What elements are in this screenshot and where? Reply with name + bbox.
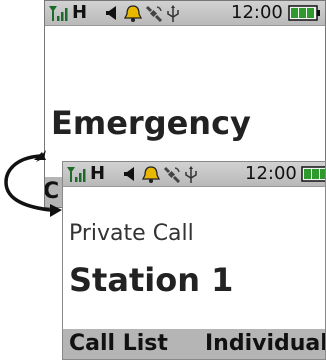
battery-icon	[288, 5, 320, 21]
network-indicator: H	[90, 163, 106, 184]
individual-softkey[interactable]: Individual	[205, 331, 325, 356]
call-list-softkey[interactable]: Call List	[69, 331, 168, 356]
battery-icon	[301, 166, 325, 182]
bell-icon	[123, 5, 143, 22]
speaker-icon	[124, 167, 134, 181]
speaker-icon	[106, 6, 116, 20]
bell-icon	[141, 166, 161, 183]
station-name: Station 1	[69, 261, 234, 299]
satellite-icon	[145, 5, 163, 22]
usb-icon	[167, 5, 179, 22]
usb-icon	[185, 166, 197, 183]
emergency-title: Emergency	[51, 104, 251, 142]
call-type-label: Private Call	[69, 221, 194, 246]
signal-strength-icon	[67, 167, 86, 182]
private-call-screen: H 12:00 Private Call Station 1 Call List…	[62, 161, 326, 360]
switch-arrow-icon	[4, 150, 62, 217]
clock: 12:00	[231, 2, 283, 23]
signal-strength-icon	[49, 6, 68, 21]
status-bar: H 12:00	[63, 162, 325, 187]
clock: 12:00	[245, 163, 297, 184]
softkey-bar: Call List Individual	[63, 329, 325, 359]
status-bar: H 12:00	[45, 1, 325, 26]
satellite-icon	[163, 166, 181, 183]
network-indicator: H	[72, 2, 88, 23]
